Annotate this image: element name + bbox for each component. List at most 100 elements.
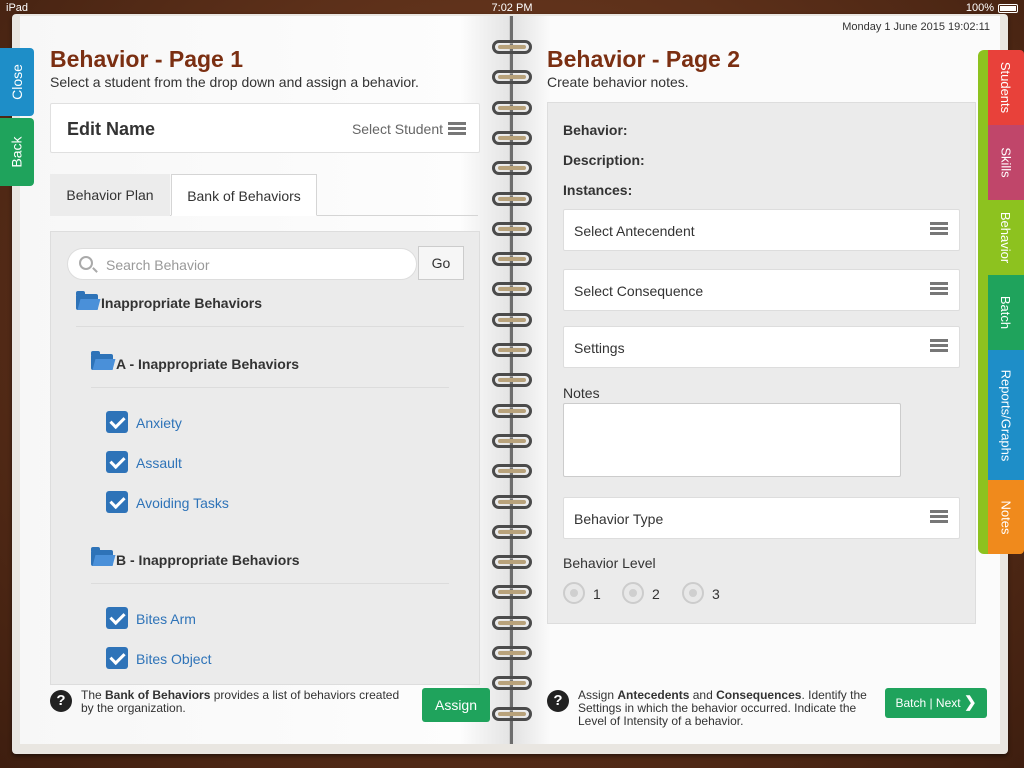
tab-bank-of-behaviors[interactable]: Bank of Behaviors — [171, 174, 317, 216]
folder-open-icon — [76, 291, 101, 310]
back-tab[interactable]: Back — [0, 118, 34, 186]
help-icon[interactable]: ? — [547, 690, 569, 712]
spiral-ring — [490, 615, 534, 630]
behavior-level-label: Behavior Level — [563, 555, 656, 571]
spiral-ring — [490, 646, 534, 660]
section-tabs: Students Skills Behavior Batch Reports/G… — [978, 50, 1024, 554]
batch-next-button[interactable]: Batch | Next ❯ — [885, 688, 987, 718]
spiral-ring — [490, 282, 534, 297]
tree-root-label[interactable]: Inappropriate Behaviors — [101, 295, 262, 311]
spiral-ring — [490, 373, 534, 388]
close-tab[interactable]: Close — [0, 48, 34, 116]
help-text-part: Assign — [578, 688, 618, 702]
consequence-select[interactable]: Select Consequence — [563, 269, 960, 311]
date-time: Monday 1 June 2015 19:02:11 — [842, 21, 990, 33]
tab-behavior[interactable]: Behavior — [988, 200, 1024, 275]
menu-icon — [930, 510, 948, 523]
divider — [91, 387, 449, 388]
spiral-ring — [490, 585, 534, 600]
search-icon — [79, 256, 93, 270]
spiral-ring — [490, 252, 534, 267]
behavior-item[interactable]: Avoiding Tasks — [136, 495, 229, 511]
page1-title: Behavior - Page 1 — [50, 46, 244, 72]
divider — [91, 583, 449, 584]
spiral-ring — [490, 100, 534, 115]
spiral-ring — [490, 70, 534, 85]
spiral-ring — [490, 706, 534, 721]
checkbox-checked[interactable] — [106, 411, 128, 433]
level-radio-label: 1 — [593, 586, 601, 602]
behavior-item[interactable]: Anxiety — [136, 415, 182, 431]
menu-icon — [930, 282, 948, 295]
behavior-notes-panel: Behavior: Description: Instances: Select… — [547, 102, 976, 624]
instances-label: Instances: — [563, 182, 633, 198]
tab-label: Behavior — [998, 211, 1014, 264]
spiral-ring — [490, 555, 534, 570]
menu-icon — [930, 222, 948, 235]
antecedent-select-label: Select Antecendent — [574, 223, 695, 239]
select-student-dropdown[interactable]: Select Student — [352, 121, 443, 137]
behavior-item[interactable]: Bites Object — [136, 651, 211, 667]
page1-help-text: The Bank of Behaviors provides a list of… — [81, 689, 401, 715]
level-radio-2[interactable] — [622, 582, 644, 604]
description-label: Description: — [563, 152, 645, 168]
menu-icon[interactable] — [448, 122, 466, 135]
tab-batch[interactable]: Batch — [988, 275, 1024, 350]
assign-button[interactable]: Assign — [422, 688, 490, 722]
go-button[interactable]: Go — [418, 246, 464, 280]
help-icon[interactable]: ? — [50, 690, 72, 712]
spiral-ring — [490, 191, 534, 206]
spiral-binding — [490, 40, 534, 730]
behavior-label: Behavior: — [563, 122, 628, 138]
checkbox-checked[interactable] — [106, 607, 128, 629]
checkbox-checked[interactable] — [106, 647, 128, 669]
tab-notes[interactable]: Notes — [988, 480, 1024, 554]
chevron-right-icon: ❯ — [963, 694, 977, 711]
spiral-ring — [490, 433, 534, 448]
checkbox-checked[interactable] — [106, 491, 128, 513]
tab-label: Notes — [998, 500, 1014, 534]
help-text-part: The — [81, 688, 106, 702]
settings-select-label: Settings — [574, 340, 625, 356]
level-radio-1[interactable] — [563, 582, 585, 604]
tab-label: Skills — [998, 147, 1014, 178]
spiral-ring — [490, 40, 534, 54]
spiral-ring — [490, 464, 534, 479]
page1-tabs: Behavior Plan Bank of Behaviors — [50, 174, 478, 216]
spiral-ring — [490, 130, 534, 145]
help-text-bold: Antecedents — [617, 688, 690, 702]
spiral-ring — [490, 524, 534, 539]
behavior-item[interactable]: Assault — [136, 455, 182, 471]
edit-name-label[interactable]: Edit Name — [67, 119, 155, 140]
behavior-item[interactable]: Bites Arm — [136, 611, 196, 627]
behavior-type-select-label: Behavior Type — [574, 511, 664, 527]
behavior-type-select[interactable]: Behavior Type — [563, 497, 960, 539]
page2-help-text: Assign Antecedents and Consequences. Ide… — [578, 689, 878, 728]
tab-students[interactable]: Students — [988, 50, 1024, 125]
search-input[interactable] — [106, 255, 406, 275]
search-box — [67, 248, 417, 280]
spiral-ring — [490, 221, 534, 236]
page1-subtitle: Select a student from the drop down and … — [50, 74, 419, 90]
spiral-ring — [490, 403, 534, 418]
tree-group-label[interactable]: A - Inappropriate Behaviors — [116, 356, 299, 372]
tab-reports-graphs[interactable]: Reports/Graphs — [988, 350, 1024, 480]
page2-subtitle: Create behavior notes. — [547, 74, 689, 90]
spiral-ring — [490, 312, 534, 327]
tab-behavior-plan[interactable]: Behavior Plan — [50, 174, 170, 216]
battery-percent: 100% — [965, 2, 994, 14]
tab-label: Students — [998, 61, 1014, 114]
settings-select[interactable]: Settings — [563, 326, 960, 368]
spiral-ring — [490, 494, 534, 509]
spiral-ring — [490, 161, 534, 176]
status-time: 7:02 PM — [491, 2, 533, 14]
spiral-ring — [490, 343, 534, 357]
notes-field[interactable] — [563, 403, 901, 477]
notes-label: Notes — [563, 385, 600, 401]
tab-skills[interactable]: Skills — [988, 125, 1024, 200]
checkbox-checked[interactable] — [106, 451, 128, 473]
antecedent-select[interactable]: Select Antecendent — [563, 209, 960, 251]
folder-open-icon — [91, 547, 116, 566]
tree-group-label[interactable]: B - Inappropriate Behaviors — [116, 552, 300, 568]
level-radio-3[interactable] — [682, 582, 704, 604]
